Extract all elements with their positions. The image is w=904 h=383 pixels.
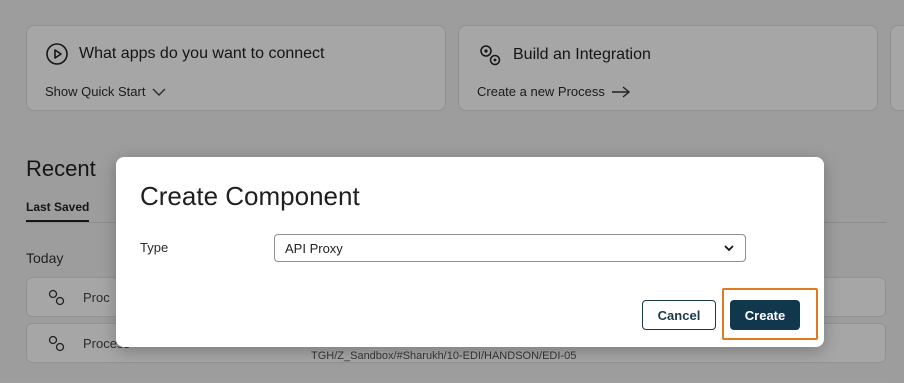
type-select-value: API Proxy <box>285 240 343 256</box>
dialog-title: Create Component <box>140 181 360 211</box>
chevron-down-icon <box>724 245 734 252</box>
type-select[interactable]: API Proxy <box>274 234 746 262</box>
create-component-dialog: Create Component Type API Proxy Cancel C… <box>116 157 824 347</box>
cancel-button[interactable]: Cancel <box>642 300 716 330</box>
type-label: Type <box>140 240 169 255</box>
create-button[interactable]: Create <box>730 300 800 330</box>
